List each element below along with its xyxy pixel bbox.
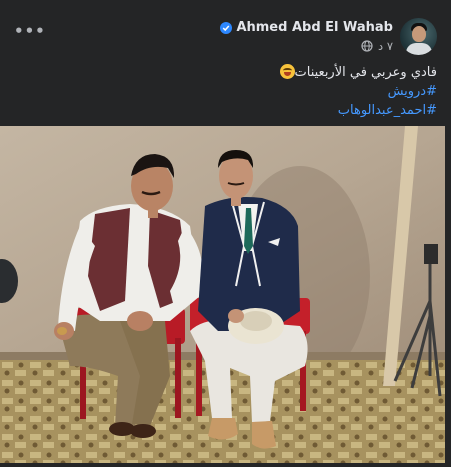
avatar-shirt xyxy=(406,43,432,55)
caption-text-line: فادي وعربي في الأربعينات xyxy=(17,63,437,82)
caption-text: فادي وعربي في الأربعينات xyxy=(294,65,438,80)
avatar-face xyxy=(412,26,426,42)
post-header: Ahmed Abd El Wahab ٧ د ••• xyxy=(0,0,451,62)
verified-badge-icon xyxy=(220,21,233,34)
author-avatar[interactable] xyxy=(400,18,437,55)
post-card: Ahmed Abd El Wahab ٧ د ••• فادي وعربي في… xyxy=(0,0,451,467)
post-timestamp[interactable]: ٧ د xyxy=(378,39,393,53)
more-options-icon[interactable]: ••• xyxy=(14,24,46,39)
hashtag-link[interactable]: #احمد_عبدالوهاب xyxy=(17,101,437,120)
grinning-face-tongue-emoji-icon xyxy=(279,64,295,79)
hashtag-link[interactable]: #درويش xyxy=(17,82,437,101)
author-row: Ahmed Abd El Wahab xyxy=(220,20,393,35)
post-caption: فادي وعربي في الأربعينات #درويش #احمد_عب… xyxy=(17,63,437,120)
globe-icon[interactable] xyxy=(361,40,373,52)
author-name[interactable]: Ahmed Abd El Wahab xyxy=(236,20,393,35)
post-photo[interactable] xyxy=(0,126,445,463)
post-meta: ٧ د xyxy=(361,39,393,53)
